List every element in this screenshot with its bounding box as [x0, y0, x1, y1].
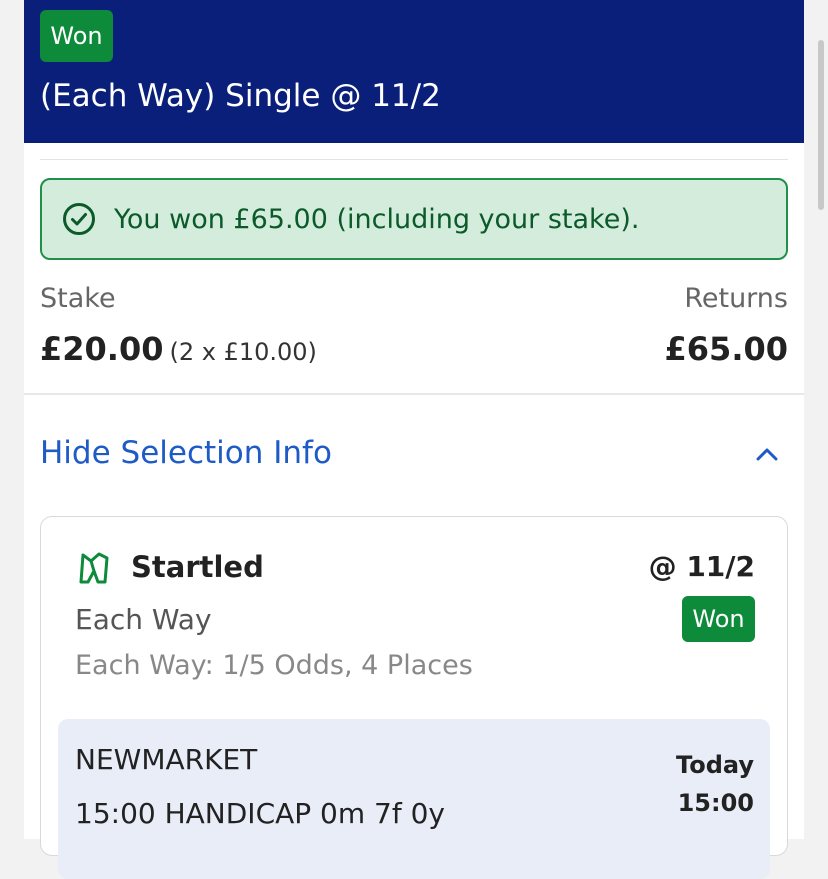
horse-name: Startled [131, 550, 264, 584]
event-venue: NEWMARKET [75, 743, 258, 776]
selection-card: Startled @ 11/2 Each Way Won Each Way: 1… [40, 516, 788, 879]
horse-racing-icon [79, 552, 109, 584]
event-day: Today [676, 751, 754, 779]
bet-title: (Each Way) Single @ 11/2 [40, 78, 441, 114]
chevron-up-icon[interactable] [752, 440, 782, 470]
check-circle-icon [63, 203, 95, 235]
win-banner: You won £65.00 (including your stake). [40, 178, 788, 260]
bet-header: Won (Each Way) Single @ 11/2 [24, 0, 804, 143]
selection-status-badge: Won [682, 596, 755, 642]
bet-card: Won (Each Way) Single @ 11/2 You won £65… [24, 0, 804, 879]
returns-label: Returns [684, 283, 788, 314]
stake-label: Stake [40, 283, 116, 314]
bet-type: Each Way [75, 603, 212, 636]
selection-odds: @ 11/2 [648, 550, 755, 583]
scrollbar-thumb[interactable] [818, 40, 824, 210]
each-way-terms: Each Way: 1/5 Odds, 4 Places [75, 650, 473, 681]
returns-value: £65.00 [664, 330, 788, 368]
event-race: 15:00 HANDICAP 0m 7f 0y [75, 797, 446, 830]
event-info: NEWMARKET 15:00 HANDICAP 0m 7f 0y Today … [58, 719, 770, 879]
stake-detail: (2 x £10.00) [169, 338, 317, 366]
divider [24, 393, 804, 395]
win-message: You won £65.00 (including your stake). [114, 203, 640, 235]
event-time: 15:00 [677, 789, 754, 817]
hide-selection-info-link[interactable]: Hide Selection Info [40, 435, 332, 471]
stake-amount: £20.00 (2 x £10.00) [40, 330, 317, 368]
stake-value: £20.00 [40, 330, 164, 368]
divider [40, 159, 788, 160]
status-badge: Won [40, 10, 113, 62]
